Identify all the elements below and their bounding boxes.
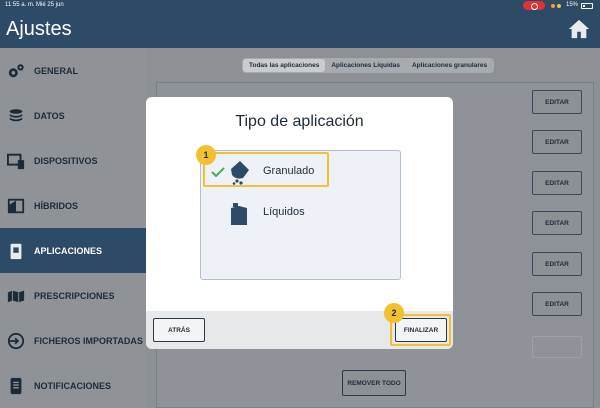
tab-todas[interactable]: Todas las aplicaciones (243, 59, 326, 72)
edit-button[interactable]: EDITAR (532, 130, 582, 154)
sidebar-item-label: HÍBRIDOS (34, 200, 79, 211)
import-icon (7, 332, 25, 349)
mic-indicator-icon (551, 4, 555, 8)
battery-icon (581, 3, 593, 9)
dialog-title: Tipo de aplicación (235, 113, 364, 130)
sidebar-item-aplicaciones[interactable]: APLICACIONES (0, 228, 146, 273)
sidebar-item-label: DATOS (34, 110, 65, 121)
sidebar-item-label: APLICACIONES (34, 245, 103, 256)
home-icon[interactable] (568, 18, 590, 40)
sidebar-item-label: FICHEROS IMPORTADAS (34, 335, 143, 346)
edit-button[interactable]: EDITAR (532, 90, 582, 114)
disabled-button (532, 336, 582, 358)
screen-record-icon[interactable] (523, 1, 545, 10)
status-bar: 11:55 a. m. Mié 25 jun 15% (0, 0, 600, 12)
status-time: 11:55 a. m. (5, 2, 35, 8)
prescription-icon (7, 290, 25, 302)
option-liquidos[interactable]: Líquidos (211, 198, 371, 228)
database-icon (9, 108, 23, 121)
notification-icon (10, 377, 22, 394)
edit-button[interactable]: EDITAR (532, 292, 582, 316)
application-filter-tabs: Todas las aplicaciones Aplicaciones Líqu… (242, 58, 495, 73)
sidebar-item-prescripciones[interactable]: PRESCRIPCIONES (0, 273, 146, 318)
sidebar-item-datos[interactable]: DATOS (0, 93, 146, 138)
tab-granulares[interactable]: Aplicaciones granulares (406, 59, 493, 72)
sidebar-item-general[interactable]: GENERAL (0, 48, 146, 93)
status-date: Mié 25 jun (36, 2, 64, 8)
battery-percent: 15% (566, 2, 579, 8)
highlight-frame (203, 152, 329, 187)
sidebar-item-label: GENERAL (34, 65, 79, 76)
gears-icon (8, 63, 24, 77)
remove-all-button[interactable]: REMOVER TODO (342, 370, 406, 396)
devices-icon (7, 153, 25, 169)
edit-button[interactable]: EDITAR (532, 211, 582, 235)
callout-badge: 1 (196, 145, 216, 165)
sidebar-item-notificaciones[interactable]: NOTIFICACIONES (0, 363, 146, 408)
back-button[interactable]: ATRÁS (153, 318, 205, 342)
edit-button[interactable]: EDITAR (532, 171, 582, 195)
sidebar-item-ficheros[interactable]: FICHEROS IMPORTADAS (0, 318, 146, 363)
app-header: Ajustes (0, 12, 600, 48)
sidebar-item-dispositivos[interactable]: DISPOSITIVOS (0, 138, 146, 183)
hybrid-icon (7, 198, 25, 213)
tab-liquidas[interactable]: Aplicaciones Líquidas (325, 59, 406, 72)
application-type-dialog: Tipo de aplicación Granulado Líquidos 1 … (146, 97, 453, 349)
application-icon (10, 243, 22, 259)
page-title: Ajustes (6, 18, 72, 40)
option-label: Líquidos (263, 206, 305, 218)
callout-badge: 2 (384, 303, 404, 323)
sidebar-item-label: DISPOSITIVOS (34, 155, 98, 166)
sidebar: GENERAL DATOS DISPOSITIVOS HÍBRIDOS APLI… (0, 48, 146, 408)
location-indicator-icon (557, 4, 561, 8)
edit-button[interactable]: EDITAR (532, 252, 582, 276)
sidebar-item-label: NOTIFICACIONES (34, 380, 112, 391)
sidebar-item-label: PRESCRIPCIONES (34, 290, 115, 301)
liquid-container-icon (231, 203, 247, 225)
sidebar-item-hibridos[interactable]: HÍBRIDOS (0, 183, 146, 228)
